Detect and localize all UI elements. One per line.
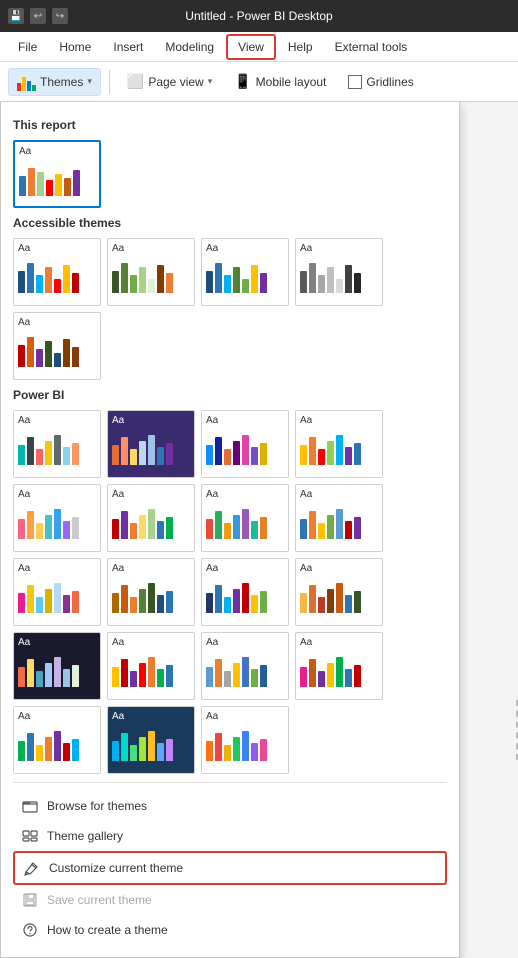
theme-a1[interactable]: Aa [13, 238, 101, 306]
section-this-report: This report [13, 118, 447, 132]
theme-p1[interactable]: Aa [13, 410, 101, 478]
mobile-icon: 📱 [234, 73, 251, 90]
theme-p12[interactable]: Aa [295, 558, 383, 626]
save-theme-label: Save current theme [47, 893, 152, 907]
theme-p14[interactable]: Aa [107, 632, 195, 700]
menu-home[interactable]: Home [49, 36, 101, 58]
theme-p15[interactable]: Aa [201, 632, 289, 700]
theme-current[interactable]: Aa [13, 140, 101, 208]
theme-gallery-item[interactable]: Theme gallery [13, 821, 447, 851]
theme-p16[interactable]: Aa [295, 632, 383, 700]
themes-chevron: ▾ [87, 76, 92, 87]
page-view-chevron: ▾ [208, 76, 213, 87]
themes-label: Themes [40, 75, 83, 89]
howto-create-item[interactable]: How to create a theme [13, 915, 447, 945]
page-view-icon: ⬜ [127, 73, 144, 90]
gallery-icon [21, 827, 39, 845]
theme-p11[interactable]: Aa [201, 558, 289, 626]
theme-p17[interactable]: Aa [13, 706, 101, 774]
themes-button[interactable]: Themes ▾ [8, 68, 101, 96]
theme-a4[interactable]: Aa [295, 238, 383, 306]
menu-file[interactable]: File [8, 36, 47, 58]
theme-p4[interactable]: Aa [295, 410, 383, 478]
browse-themes-label: Browse for themes [47, 799, 147, 813]
accessible-themes: Aa Aa [13, 238, 447, 380]
themes-dropdown: This report Aa Accessible themes Aa [0, 102, 460, 958]
menu-bar: File Home Insert Modeling View Help Exte… [0, 32, 518, 62]
menu-external-tools[interactable]: External tools [325, 36, 418, 58]
title-bar-controls[interactable]: 💾 ↩ ↪ [8, 8, 68, 24]
theme-p3[interactable]: Aa [201, 410, 289, 478]
mobile-layout-label: Mobile layout [256, 75, 327, 89]
theme-p2[interactable]: Aa [107, 410, 195, 478]
page-view-label: Page view [148, 75, 203, 89]
this-report-themes: Aa [13, 140, 447, 208]
gridlines-button[interactable]: Gridlines [339, 70, 422, 94]
customize-theme-label: Customize current theme [49, 861, 183, 875]
theme-p8[interactable]: Aa [295, 484, 383, 552]
theme-p6[interactable]: Aa [107, 484, 195, 552]
theme-p5[interactable]: Aa [13, 484, 101, 552]
bottom-menu: Browse for themes Theme gallery [13, 782, 447, 945]
theme-p10[interactable]: Aa [107, 558, 195, 626]
menu-insert[interactable]: Insert [103, 36, 153, 58]
menu-help[interactable]: Help [278, 36, 323, 58]
theme-p9[interactable]: Aa [13, 558, 101, 626]
redo-icon[interactable]: ↪ [52, 8, 68, 24]
title-bar: 💾 ↩ ↪ Untitled - Power BI Desktop [0, 0, 518, 32]
paint-icon [23, 859, 41, 877]
theme-p7[interactable]: Aa [201, 484, 289, 552]
undo-icon[interactable]: ↩ [30, 8, 46, 24]
window-title: Untitled - Power BI Desktop [185, 9, 332, 23]
theme-p19[interactable]: Aa [201, 706, 289, 774]
theme-a2[interactable]: Aa [107, 238, 195, 306]
powerbi-themes: Aa Aa Aa [13, 410, 447, 774]
theme-gallery-label: Theme gallery [47, 829, 123, 843]
ribbon: Themes ▾ ⬜ Page view ▾ 📱 Mobile layout G… [0, 62, 518, 102]
gridlines-label: Gridlines [366, 75, 413, 89]
section-accessible: Accessible themes [13, 216, 447, 230]
menu-view[interactable]: View [226, 34, 276, 60]
section-powerbi: Power BI [13, 388, 447, 402]
folder-icon [21, 797, 39, 815]
howto-label: How to create a theme [47, 923, 168, 937]
browse-themes-item[interactable]: Browse for themes [13, 791, 447, 821]
help-circle-icon [21, 921, 39, 939]
theme-a5[interactable]: Aa [13, 312, 101, 380]
themes-chart-icon [17, 73, 36, 91]
page-view-button[interactable]: ⬜ Page view ▾ [118, 68, 221, 95]
customize-theme-item[interactable]: Customize current theme [13, 851, 447, 885]
save-theme-item: Save current theme [13, 885, 447, 915]
theme-p18[interactable]: Aa [107, 706, 195, 774]
save-icon [21, 891, 39, 909]
gridlines-checkbox[interactable] [348, 75, 362, 89]
theme-a3[interactable]: Aa [201, 238, 289, 306]
theme-p13[interactable]: Aa [13, 632, 101, 700]
save-icon-titlebar[interactable]: 💾 [8, 8, 24, 24]
mobile-layout-button[interactable]: 📱 Mobile layout [225, 68, 335, 95]
menu-modeling[interactable]: Modeling [155, 36, 224, 58]
ribbon-sep1 [109, 70, 110, 94]
